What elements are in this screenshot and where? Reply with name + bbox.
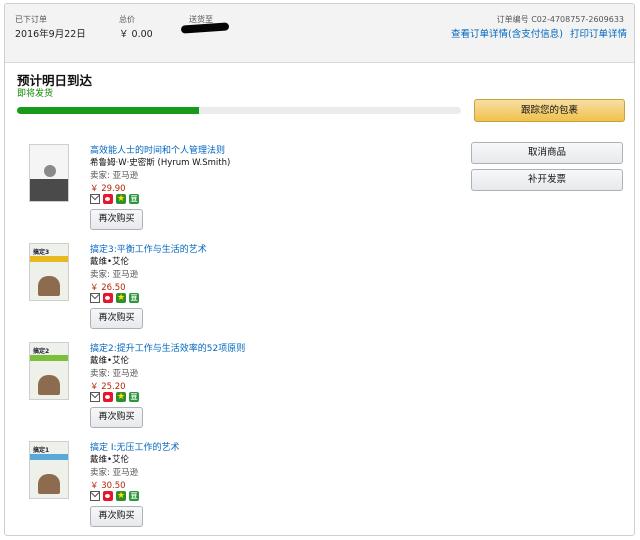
weibo-icon[interactable] [103, 194, 113, 204]
mail-icon[interactable] [90, 491, 100, 501]
order-item: 搞定3 搞定3:平衡工作与生活的艺术 戴维•艾伦 卖家: 亚马逊 ￥ 26.50… [5, 241, 465, 337]
order-total: ￥ 0.00 [119, 29, 153, 40]
book-cover-image[interactable] [29, 144, 69, 202]
cover-title: 搞定3 [33, 249, 50, 256]
item-title-link[interactable]: 搞定2:提升工作与生活效率的52项原则 [90, 341, 245, 354]
weibo-icon[interactable] [103, 491, 113, 501]
cover-band [30, 179, 68, 201]
request-invoice-button[interactable]: 补开发票 [471, 169, 623, 191]
cover-band [30, 355, 68, 361]
douban-icon[interactable]: 豆 [129, 194, 139, 204]
cover-portrait [38, 375, 60, 395]
shipping-status: 即将发货 [17, 89, 54, 99]
item-author: 希鲁姆·W·史密斯 (Hyrum W.Smith) [90, 158, 231, 168]
shipment-progress-fill [17, 107, 200, 114]
cover-portrait [38, 474, 60, 494]
order-date: 2016年9月22日 [15, 29, 86, 40]
item-seller: 卖家: 亚马逊 [90, 369, 139, 379]
buy-again-button[interactable]: 再次购买 [90, 407, 143, 428]
order-header: 已下订单 2016年9月22日 总价 ￥ 0.00 送货至 订单编号 C02-4… [5, 4, 634, 63]
item-author: 戴维•艾伦 [90, 455, 130, 465]
douban-icon[interactable]: 豆 [129, 293, 139, 303]
favorite-icon[interactable]: ★ [116, 194, 126, 204]
cover-band [30, 454, 68, 460]
order-date-label: 已下订单 [15, 15, 47, 24]
book-cover-image[interactable]: 搞定3 [29, 243, 69, 301]
weibo-icon[interactable] [103, 293, 113, 303]
favorite-icon[interactable]: ★ [116, 392, 126, 402]
buy-again-button[interactable]: 再次购买 [90, 209, 143, 230]
buy-again-button[interactable]: 再次购买 [90, 506, 143, 527]
shipment-progress-bar [17, 107, 461, 114]
item-seller: 卖家: 亚马逊 [90, 270, 139, 280]
item-title-link[interactable]: 搞定3:平衡工作与生活的艺术 [90, 242, 207, 255]
weibo-icon[interactable] [103, 392, 113, 402]
order-item: 搞定1 搞定 I:无压工作的艺术 戴维•艾伦 卖家: 亚马逊 ￥ 30.50 ★… [5, 439, 465, 535]
favorite-icon[interactable]: ★ [116, 293, 126, 303]
mail-icon[interactable] [90, 194, 100, 204]
print-order-link[interactable]: 打印订单详情 [570, 26, 627, 40]
favorite-icon[interactable]: ★ [116, 491, 126, 501]
item-title-link[interactable]: 高效能人士的时间和个人管理法则 [90, 143, 225, 156]
order-card: 已下订单 2016年9月22日 总价 ￥ 0.00 送货至 订单编号 C02-4… [4, 3, 635, 536]
douban-icon[interactable]: 豆 [129, 392, 139, 402]
cover-title: 搞定1 [33, 447, 50, 454]
book-cover-image[interactable]: 搞定2 [29, 342, 69, 400]
cover-emblem [44, 165, 56, 177]
buy-again-button[interactable]: 再次购买 [90, 308, 143, 329]
total-label: 总价 [119, 15, 135, 24]
book-cover-image[interactable]: 搞定1 [29, 441, 69, 499]
cover-band [30, 256, 68, 262]
order-item: 高效能人士的时间和个人管理法则 希鲁姆·W·史密斯 (Hyrum W.Smith… [5, 142, 465, 238]
mail-icon[interactable] [90, 392, 100, 402]
item-title-link[interactable]: 搞定 I:无压工作的艺术 [90, 440, 180, 453]
cover-title: 搞定2 [33, 348, 50, 355]
order-item: 搞定2 搞定2:提升工作与生活效率的52项原则 戴维•艾伦 卖家: 亚马逊 ￥ … [5, 340, 465, 436]
mail-icon[interactable] [90, 293, 100, 303]
item-author: 戴维•艾伦 [90, 356, 130, 366]
item-seller: 卖家: 亚马逊 [90, 468, 139, 478]
cancel-items-button[interactable]: 取消商品 [471, 142, 623, 164]
cover-portrait [38, 276, 60, 296]
item-seller: 卖家: 亚马逊 [90, 171, 139, 181]
order-details-link[interactable]: 查看订单详情(含支付信息) [451, 26, 563, 40]
track-package-button[interactable]: 跟踪您的包裹 [474, 99, 625, 122]
order-number: 订单编号 C02-4708757-2609633 [496, 15, 624, 24]
item-author: 戴维•艾伦 [90, 257, 130, 267]
douban-icon[interactable]: 豆 [129, 491, 139, 501]
